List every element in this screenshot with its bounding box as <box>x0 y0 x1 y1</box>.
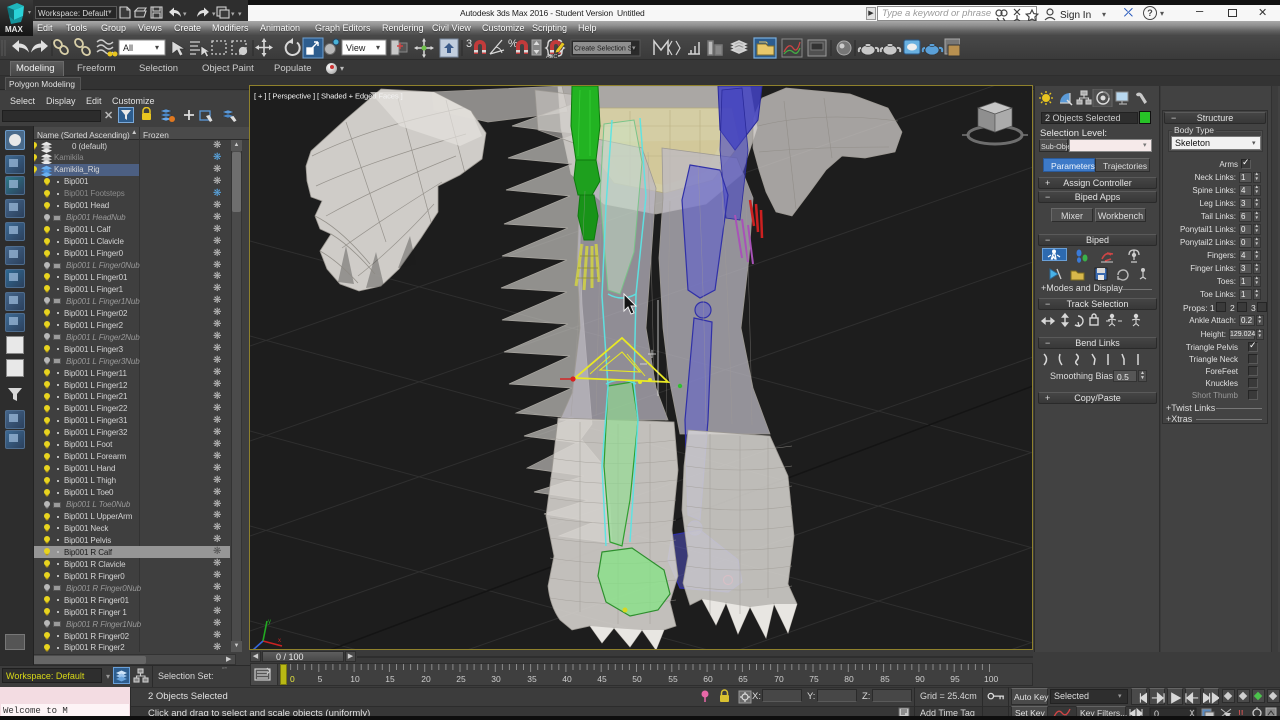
svg-text:Sign In: Sign In <box>1060 10 1091 21</box>
svg-text:▾: ▾ <box>28 10 31 16</box>
svg-text:3: 3 <box>466 38 472 50</box>
svg-text:▾: ▾ <box>231 11 235 18</box>
svg-text:x: x <box>278 638 281 644</box>
svg-text:y: y <box>268 619 271 625</box>
svg-text:MAX: MAX <box>5 25 23 34</box>
svg-text:[ + ] [ Perspective ] [ Shaded: [ + ] [ Perspective ] [ Shaded + Edged F… <box>254 92 403 101</box>
svg-text:View: View <box>346 43 366 53</box>
svg-text:▾: ▾ <box>212 11 216 18</box>
svg-text:▾: ▾ <box>238 11 242 18</box>
svg-text:Create Selection Se: Create Selection Se <box>574 46 636 53</box>
svg-text:▾: ▾ <box>1102 10 1106 19</box>
svg-text:▾: ▾ <box>155 43 159 52</box>
svg-text:▾: ▾ <box>183 11 187 18</box>
svg-text:All: All <box>123 43 133 53</box>
svg-text:▾: ▾ <box>632 45 636 52</box>
svg-text:▾: ▾ <box>376 43 380 52</box>
